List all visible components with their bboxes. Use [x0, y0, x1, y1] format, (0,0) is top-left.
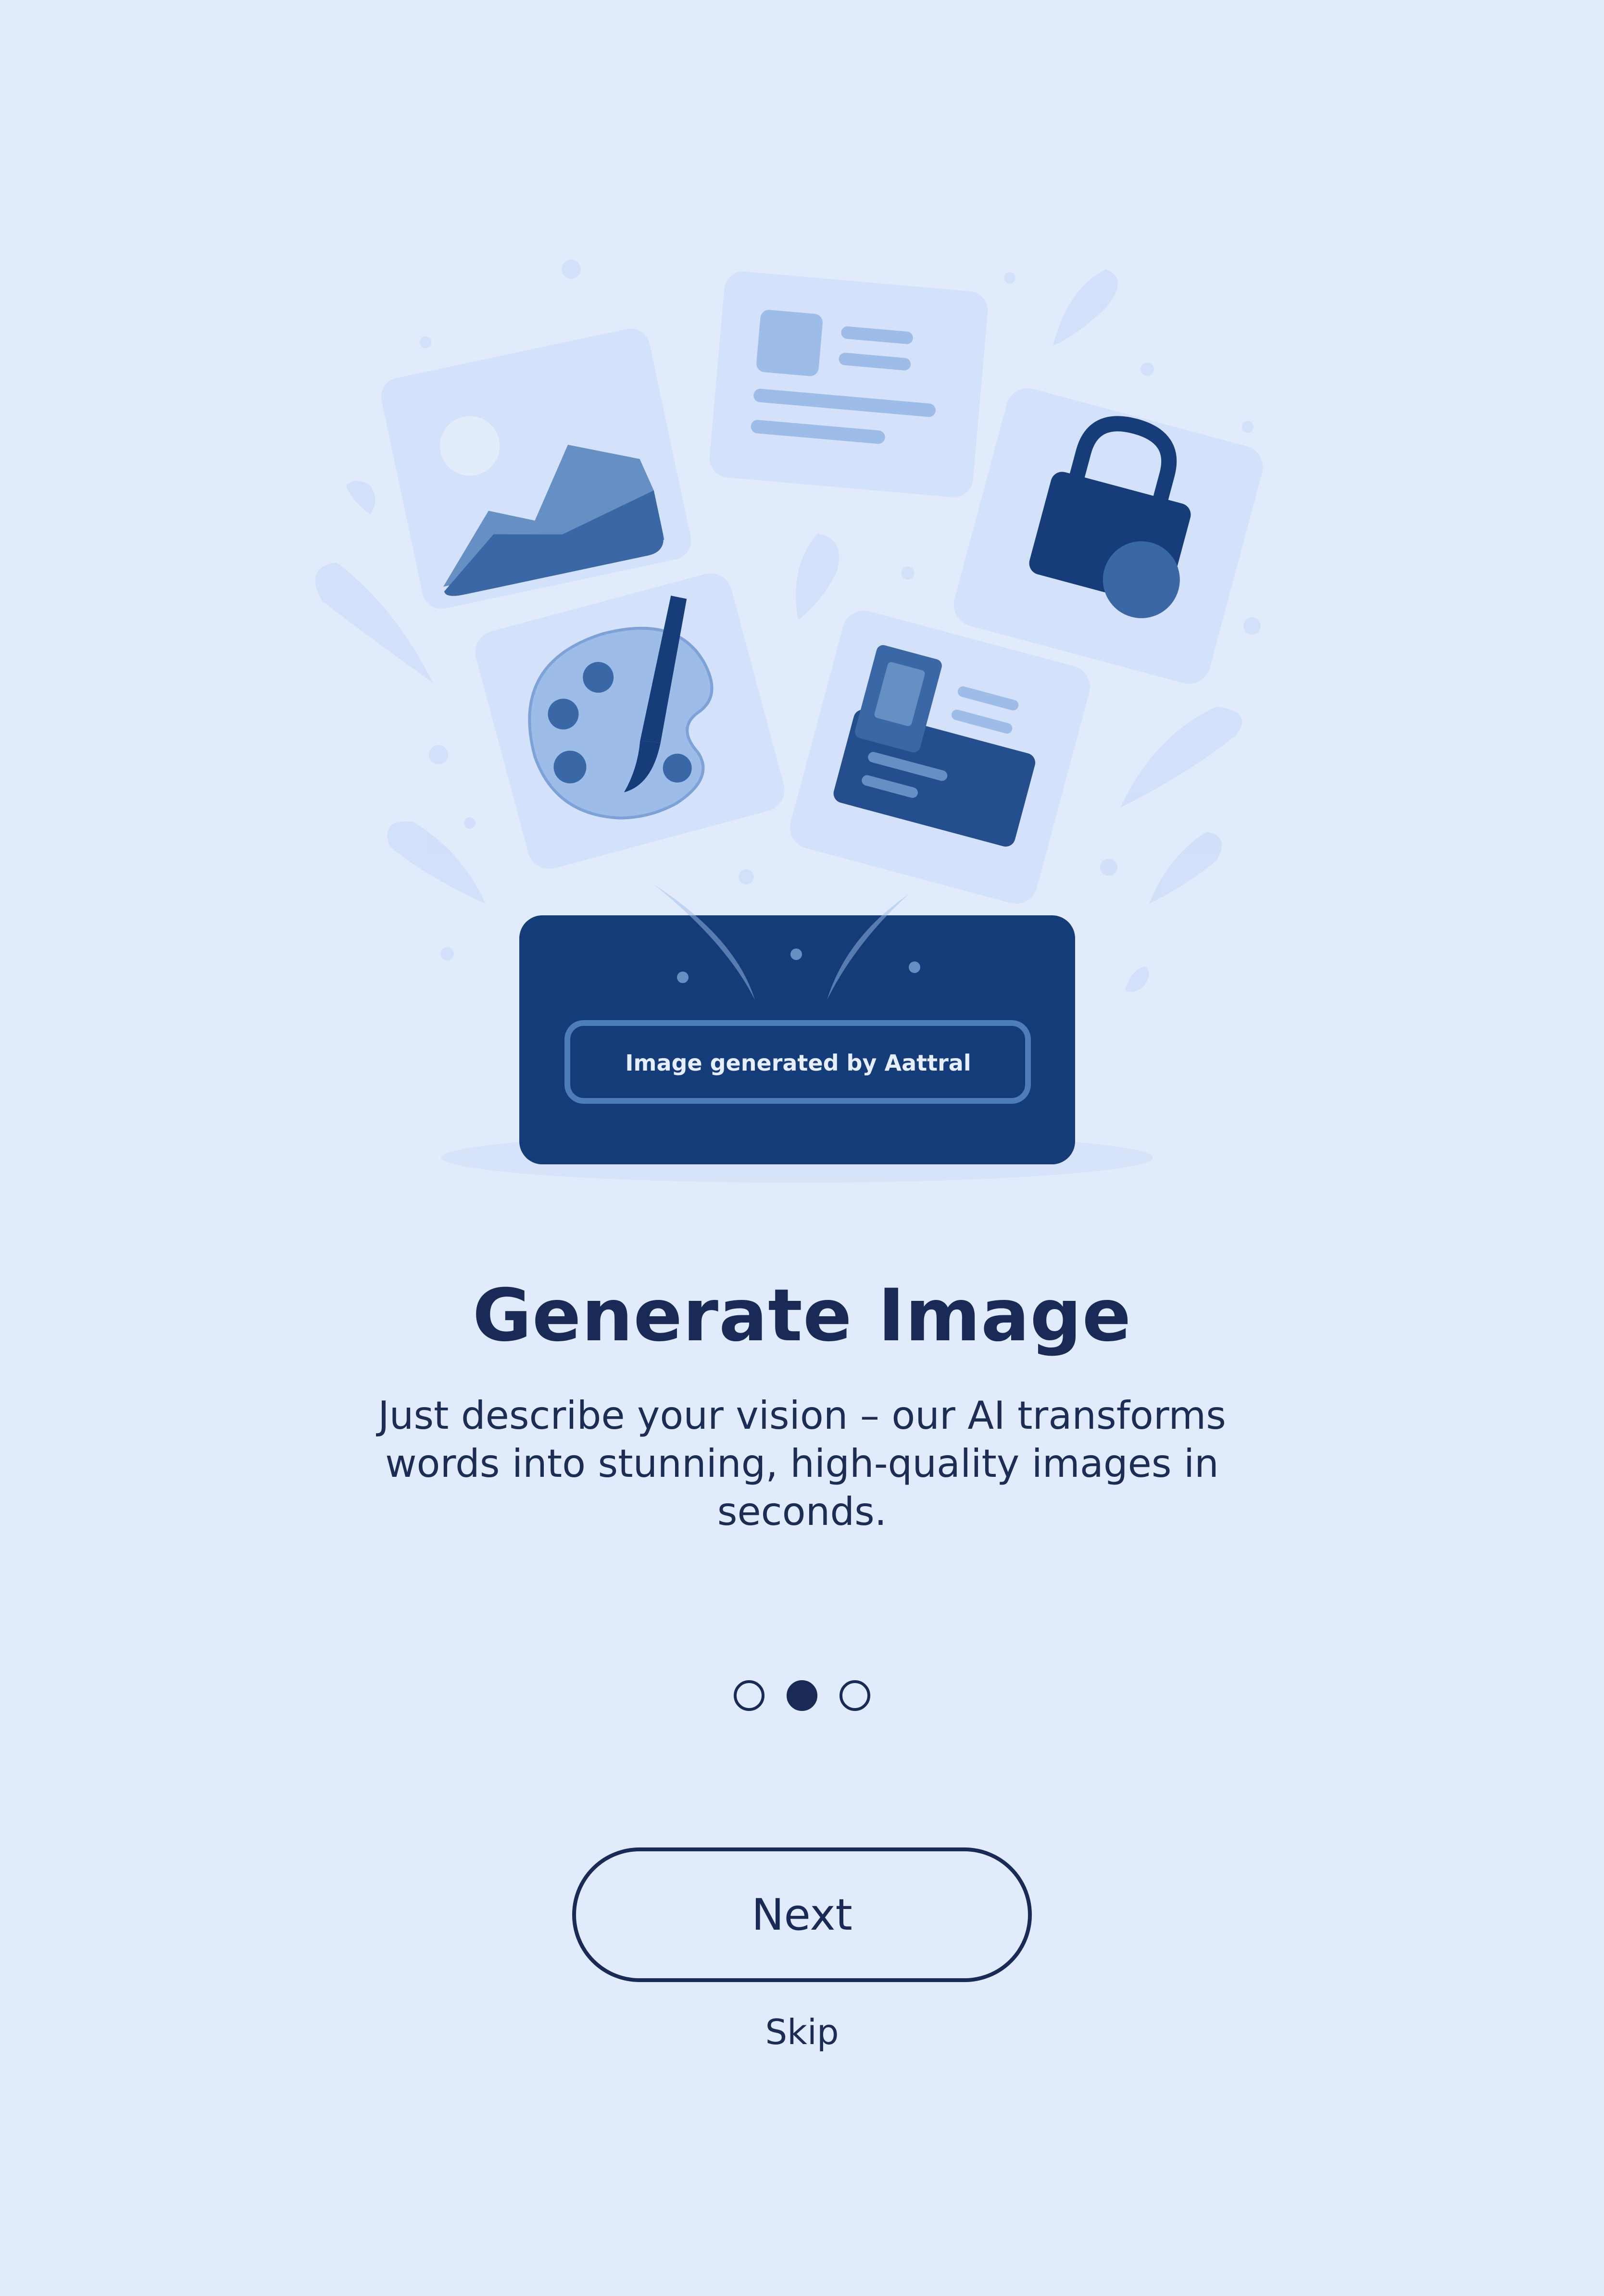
skip-link[interactable]: Skip [0, 2012, 1604, 2052]
page-dot-3[interactable] [840, 1680, 870, 1711]
page-title: Generate Image [472, 1274, 1132, 1358]
generated-badge-label: Image generated by Aattral [625, 1050, 971, 1076]
next-button[interactable]: Next [572, 1847, 1032, 1982]
page-indicator [0, 1680, 1604, 1711]
page-dot-1[interactable] [734, 1680, 764, 1711]
palette-card [475, 573, 785, 869]
id-card [790, 611, 1090, 904]
generator-box: Image generated by Aattral [441, 885, 1153, 1183]
lock-card [953, 388, 1263, 684]
onboarding-illustration: Image generated by Aattral [315, 260, 1263, 1183]
image-card [381, 328, 691, 609]
page-description: Just describe your vision – our AI trans… [378, 1393, 1226, 1534]
document-card [709, 271, 988, 498]
page-dot-2[interactable] [787, 1680, 817, 1711]
